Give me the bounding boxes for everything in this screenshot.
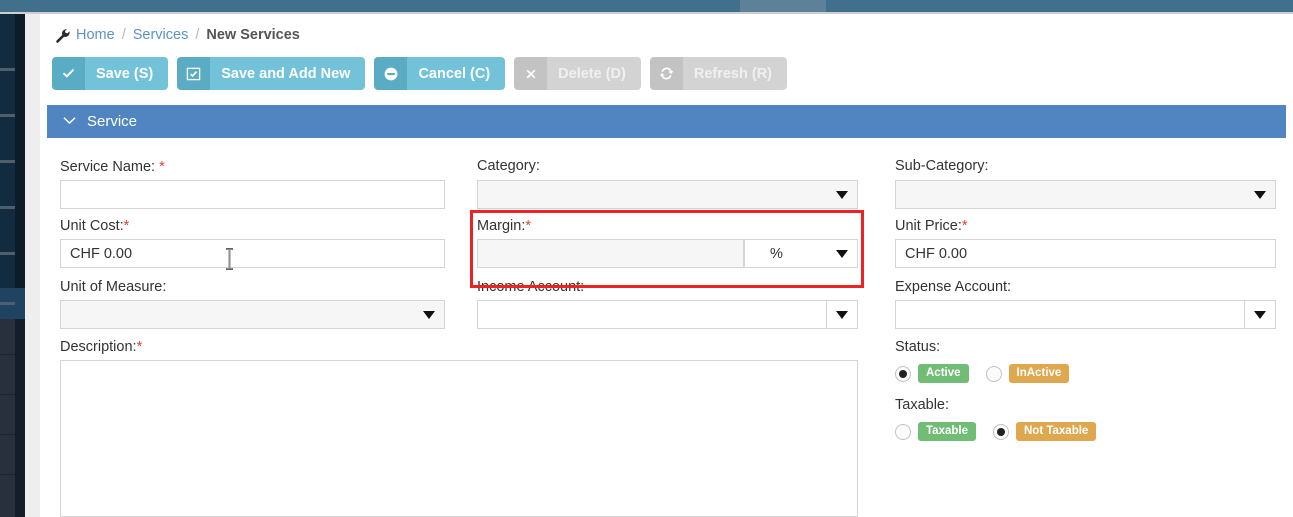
chevron-down-icon bbox=[836, 310, 848, 319]
sidebar-item-3[interactable] bbox=[0, 160, 15, 163]
required-asterisk: * bbox=[159, 159, 165, 175]
unit-cost-value: CHF 0.00 bbox=[70, 245, 133, 262]
taxable-no-badge[interactable]: Not Taxable bbox=[1015, 422, 1097, 441]
breadcrumb-home[interactable]: Home bbox=[76, 27, 115, 43]
sidebar-item-active-marker bbox=[0, 302, 15, 305]
taxable-label: Taxable: bbox=[895, 397, 950, 413]
delete-button-label: Delete (D) bbox=[547, 57, 641, 90]
x-icon bbox=[514, 57, 548, 90]
check-square-icon bbox=[177, 57, 211, 90]
service-name-input[interactable] bbox=[60, 180, 445, 209]
chevron-down-icon[interactable] bbox=[1254, 190, 1266, 199]
required-asterisk: * bbox=[961, 218, 968, 234]
income-account-label: Income Account: bbox=[477, 279, 585, 295]
status-label: Status: bbox=[895, 339, 941, 355]
required-asterisk: * bbox=[123, 218, 130, 234]
status-active-badge[interactable]: Active bbox=[918, 364, 969, 383]
action-toolbar: Save (S) Save and Add New Cancel (C) Del… bbox=[52, 57, 787, 90]
sidebar-item-2[interactable] bbox=[0, 114, 15, 117]
refresh-button[interactable]: Refresh (R) bbox=[649, 57, 787, 90]
sidebar-item-4[interactable] bbox=[0, 206, 15, 209]
save-and-add-new-button[interactable]: Save and Add New bbox=[177, 57, 366, 90]
application-window: Home / Services / New Services Save (S) … bbox=[0, 0, 1293, 517]
unit-cost-label: Unit Cost:* bbox=[60, 218, 130, 234]
taxable-radio-group: Taxable Not Taxable bbox=[895, 422, 1097, 441]
sidebar-item-1[interactable] bbox=[0, 68, 15, 71]
sidebar-divider-2 bbox=[0, 394, 15, 395]
chevron-down-icon[interactable] bbox=[836, 190, 848, 199]
save-button[interactable]: Save (S) bbox=[52, 57, 169, 90]
sidebar-item-5[interactable] bbox=[0, 252, 15, 255]
save-button-label: Save (S) bbox=[85, 57, 169, 90]
minus-circle-icon bbox=[374, 57, 408, 90]
sidebar-lower-track[interactable] bbox=[15, 319, 25, 517]
category-dropdown[interactable] bbox=[477, 180, 858, 209]
status-inactive-radio[interactable] bbox=[985, 365, 1002, 382]
save-and-add-new-label: Save and Add New bbox=[210, 57, 366, 90]
breadcrumb-separator-2: / bbox=[195, 27, 200, 43]
taxable-yes-badge[interactable]: Taxable bbox=[918, 422, 976, 441]
wrench-icon bbox=[55, 28, 71, 44]
category-label: Category: bbox=[477, 158, 540, 174]
status-radio-group: Active InActive bbox=[895, 364, 1070, 383]
unit-price-input[interactable]: CHF 0.00 bbox=[895, 239, 1276, 268]
margin-input[interactable] bbox=[477, 239, 744, 268]
chevron-down-icon[interactable] bbox=[423, 310, 435, 319]
unit-of-measure-dropdown[interactable] bbox=[60, 300, 445, 329]
sidebar-content-gap bbox=[25, 14, 40, 517]
service-name-label: Service Name: * bbox=[60, 159, 165, 175]
chevron-down-icon bbox=[1254, 310, 1266, 319]
unit-of-measure-label: Unit of Measure: bbox=[60, 279, 167, 295]
delete-button[interactable]: Delete (D) bbox=[514, 57, 641, 90]
status-inactive-badge[interactable]: InActive bbox=[1008, 364, 1070, 383]
income-account-dropdown[interactable] bbox=[477, 300, 858, 329]
breadcrumb-services[interactable]: Services bbox=[133, 27, 189, 43]
text-ibeam-cursor bbox=[224, 248, 235, 270]
cancel-button-label: Cancel (C) bbox=[407, 57, 506, 90]
sidebar-divider-4 bbox=[0, 474, 15, 475]
cancel-button[interactable]: Cancel (C) bbox=[374, 57, 506, 90]
service-panel-title: Service bbox=[87, 113, 138, 130]
window-top-bar bbox=[0, 0, 1293, 12]
margin-unit-dropdown[interactable]: % bbox=[744, 239, 858, 268]
refresh-button-label: Refresh (R) bbox=[682, 57, 787, 90]
description-textarea[interactable] bbox=[60, 360, 858, 517]
unit-price-label: Unit Price:* bbox=[895, 218, 968, 234]
breadcrumb-separator-1: / bbox=[121, 27, 126, 43]
income-account-caret-button[interactable] bbox=[826, 301, 857, 328]
breadcrumb: Home / Services / New Services bbox=[55, 23, 300, 47]
breadcrumb-current: New Services bbox=[206, 27, 300, 43]
expense-account-dropdown[interactable] bbox=[895, 300, 1276, 329]
sub-category-label: Sub-Category: bbox=[895, 158, 989, 174]
refresh-icon bbox=[649, 57, 683, 90]
margin-label: Margin:* bbox=[477, 218, 532, 234]
expense-account-label: Expense Account: bbox=[895, 279, 1012, 295]
sidebar-divider-3 bbox=[0, 434, 15, 435]
required-asterisk: * bbox=[525, 218, 532, 234]
unit-cost-input[interactable]: CHF 0.00 bbox=[60, 239, 445, 268]
unit-price-value: CHF 0.00 bbox=[905, 245, 968, 262]
taxable-yes-radio[interactable] bbox=[895, 423, 911, 440]
taxable-no-radio[interactable] bbox=[992, 423, 1009, 440]
navigation-sidebar[interactable] bbox=[0, 14, 25, 517]
expense-account-caret-button[interactable] bbox=[1244, 301, 1275, 328]
sub-category-dropdown[interactable] bbox=[895, 180, 1276, 209]
top-bar-active-segment[interactable] bbox=[740, 0, 826, 12]
status-active-radio[interactable] bbox=[895, 365, 911, 382]
chevron-down-icon[interactable] bbox=[63, 113, 76, 128]
description-label: Description:* bbox=[60, 339, 143, 355]
service-panel-header[interactable]: Service bbox=[47, 105, 1286, 138]
required-asterisk: * bbox=[136, 339, 143, 355]
margin-unit-value: % bbox=[770, 245, 783, 262]
chevron-down-icon[interactable] bbox=[836, 249, 848, 258]
sidebar-divider-1 bbox=[0, 354, 15, 355]
check-icon bbox=[52, 57, 85, 90]
